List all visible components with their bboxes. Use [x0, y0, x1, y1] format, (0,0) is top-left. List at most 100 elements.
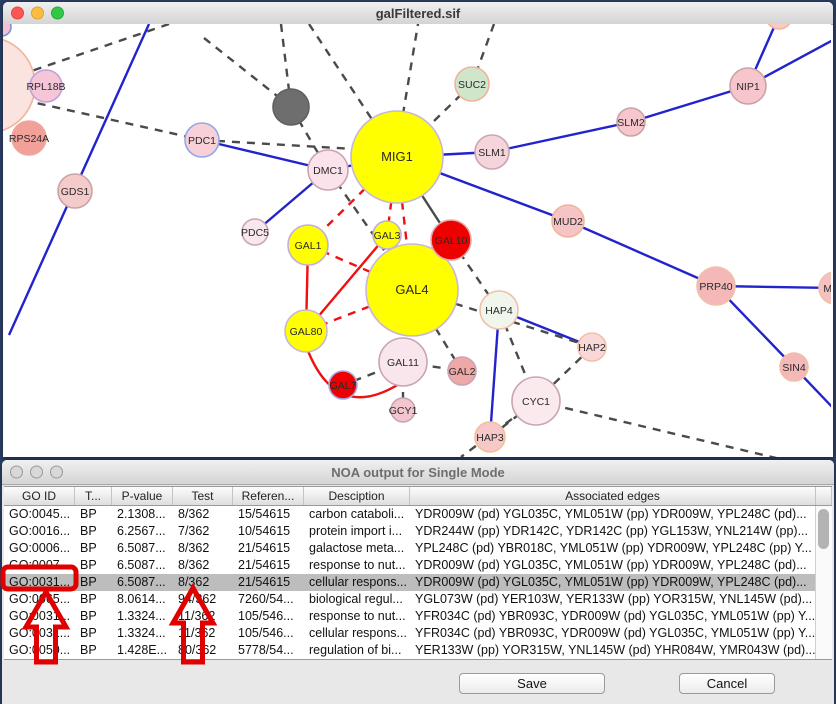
node-label: GAL10 [435, 235, 468, 247]
table-cell: GO:0007... [4, 557, 75, 574]
scrollbar-thumb[interactable] [818, 509, 829, 549]
column-header[interactable]: Desciption [304, 487, 410, 505]
table-cell: 15/54615 [233, 506, 304, 523]
noa-window-titlebar[interactable]: NOA output for Single Mode [2, 460, 834, 485]
table-cell: cellular respons... [304, 574, 410, 591]
node-label: NIP1 [736, 81, 760, 93]
node-HAP3[interactable]: HAP3 [475, 422, 505, 452]
table-row[interactable]: GO:0031...BP1.3324...11/362105/546...res… [4, 608, 816, 625]
node-label: HAP3 [476, 432, 504, 444]
edge[interactable] [492, 122, 631, 152]
vertical-scrollbar[interactable] [815, 506, 832, 659]
node-label: SLM2 [617, 117, 645, 129]
edge[interactable] [536, 401, 831, 457]
node-GAL80[interactable]: GAL80 [285, 310, 327, 352]
table-row[interactable]: GO:0006...BP6.5087...8/36221/54615galact… [4, 540, 816, 557]
node-HAP2[interactable]: HAP2 [578, 333, 606, 361]
column-header[interactable]: Test [173, 487, 233, 505]
save-button[interactable]: Save [459, 673, 605, 694]
node-GDS1[interactable]: GDS1 [58, 174, 92, 208]
node-label: RPL18B [26, 81, 65, 93]
table-cell: 1.3324... [112, 608, 173, 625]
cancel-button[interactable]: Cancel [679, 673, 775, 694]
column-header[interactable]: GO ID [4, 487, 75, 505]
node-MSN[interactable]: MSN [819, 272, 831, 304]
node-MIG1[interactable]: MIG1 [351, 111, 443, 203]
edge[interactable] [568, 221, 716, 286]
table-cell: BP [75, 642, 112, 659]
table-cell: protein import i... [304, 523, 410, 540]
network-canvas[interactable]: RPL18B RPS24A GDS1 PDC1 MIG1 SUC2 SLM1 DMC1 SLM2… [3, 24, 831, 457]
table-cell: BP [75, 591, 112, 608]
node-SUC2[interactable]: SUC2 [455, 67, 489, 101]
node-tlfrag[interactable] [3, 24, 11, 36]
table-cell: YDR009W (pd) YGL035C, YML051W (pp) YDR00… [410, 574, 816, 591]
table-cell: 11/362 [173, 625, 233, 642]
noa-window-title: NOA output for Single Mode [2, 465, 834, 480]
table-cell: 80/362 [173, 642, 233, 659]
node-RPS24A[interactable]: RPS24A [9, 121, 49, 155]
table-row[interactable]: GO:0007...BP6.5087...8/36221/54615respon… [4, 557, 816, 574]
node-PRP40[interactable]: PRP40 [697, 267, 735, 305]
table-cell: YDR009W (pd) YGL035C, YML051W (pp) YDR00… [410, 506, 816, 523]
table-cell: GO:0031... [4, 574, 75, 591]
node-CYC1[interactable]: CYC1 [512, 377, 560, 425]
node-dark[interactable] [273, 89, 309, 125]
table-cell: response to nut... [304, 557, 410, 574]
column-header[interactable]: P-value [112, 487, 173, 505]
node-GAL10[interactable]: GAL10 [431, 220, 471, 260]
column-header[interactable]: T... [75, 487, 112, 505]
node-PDC1[interactable]: PDC1 [185, 123, 219, 157]
node-trfrag[interactable] [766, 24, 792, 29]
node-MUD2[interactable]: MUD2 [552, 205, 584, 237]
node-label: GAL11 [387, 357, 419, 369]
node-GAL7[interactable]: GAL7 [329, 371, 357, 399]
node-DMC1[interactable]: DMC1 [308, 150, 348, 190]
column-header[interactable]: Associated edges [410, 487, 816, 505]
table-row[interactable]: GO:0050...BP1.428E...80/3625778/54...reg… [4, 642, 816, 659]
column-header[interactable]: Referen... [233, 487, 304, 505]
table-cell: galactose meta... [304, 540, 410, 557]
node-label: GAL80 [290, 326, 323, 338]
table-row[interactable]: GO:0031...BP1.3324...11/362105/546...cel… [4, 625, 816, 642]
node-HAP4[interactable]: HAP4 [480, 291, 518, 329]
table-cell: GO:0050... [4, 642, 75, 659]
node-SIN4[interactable]: SIN4 [780, 353, 808, 381]
node-SLM2[interactable]: SLM2 [617, 108, 645, 136]
node-PDC5[interactable]: PDC5 [241, 219, 269, 245]
edge[interactable] [402, 24, 419, 120]
table-row[interactable]: GO:0065...BP8.0614...94/3627260/54...bio… [4, 591, 816, 608]
network-window: galFiltered.sif RPL18B RPS24A GDS1 PDC1 MIG1… [3, 2, 833, 457]
table-row[interactable]: GO:0016...BP6.2567...7/36210/54615protei… [4, 523, 816, 540]
node-label: MUD2 [553, 216, 583, 228]
node-GAL11[interactable]: GAL11 [379, 338, 427, 386]
node-label: MIG1 [381, 149, 413, 164]
table-cell: 2.1308... [112, 506, 173, 523]
node-GAL2[interactable]: GAL2 [448, 357, 476, 385]
node-GCY1[interactable]: GCY1 [389, 398, 418, 422]
table-cell: GO:0006... [4, 540, 75, 557]
node-label: SUC2 [458, 79, 486, 91]
results-table: GO IDT...P-valueTestReferen...Desciption… [4, 486, 832, 660]
node-GAL1[interactable]: GAL1 [288, 225, 328, 265]
table-row[interactable]: GO:0045...BP2.1308...8/36215/54615carbon… [4, 506, 816, 523]
table-cell: 8/362 [173, 506, 233, 523]
node-GAL3[interactable]: GAL3 [373, 221, 401, 249]
table-cell: GO:0031... [4, 608, 75, 625]
node-SLM1[interactable]: SLM1 [475, 135, 509, 169]
table-body: GO:0045...BP2.1308...8/36215/54615carbon… [4, 506, 816, 659]
network-window-titlebar[interactable]: galFiltered.sif [3, 2, 833, 25]
table-cell: 8/362 [173, 540, 233, 557]
node-label: GAL2 [449, 366, 476, 378]
node-NIP1[interactable]: NIP1 [730, 68, 766, 104]
node-label: CYC1 [522, 396, 550, 408]
table-cell: response to nut... [304, 608, 410, 625]
node-label: RPS24A [9, 133, 49, 145]
table-row[interactable]: GO:0031...BP6.5087...8/36221/54615cellul… [4, 574, 816, 591]
node-label: GCY1 [389, 405, 418, 417]
table-cell: 5778/54... [233, 642, 304, 659]
node-label: HAP2 [578, 342, 606, 354]
edge[interactable] [309, 24, 379, 130]
button-bar: Save Cancel [2, 659, 834, 704]
network-graph: RPL18B RPS24A GDS1 PDC1 MIG1 SUC2 SLM1 DMC1 SLM2… [3, 24, 831, 457]
